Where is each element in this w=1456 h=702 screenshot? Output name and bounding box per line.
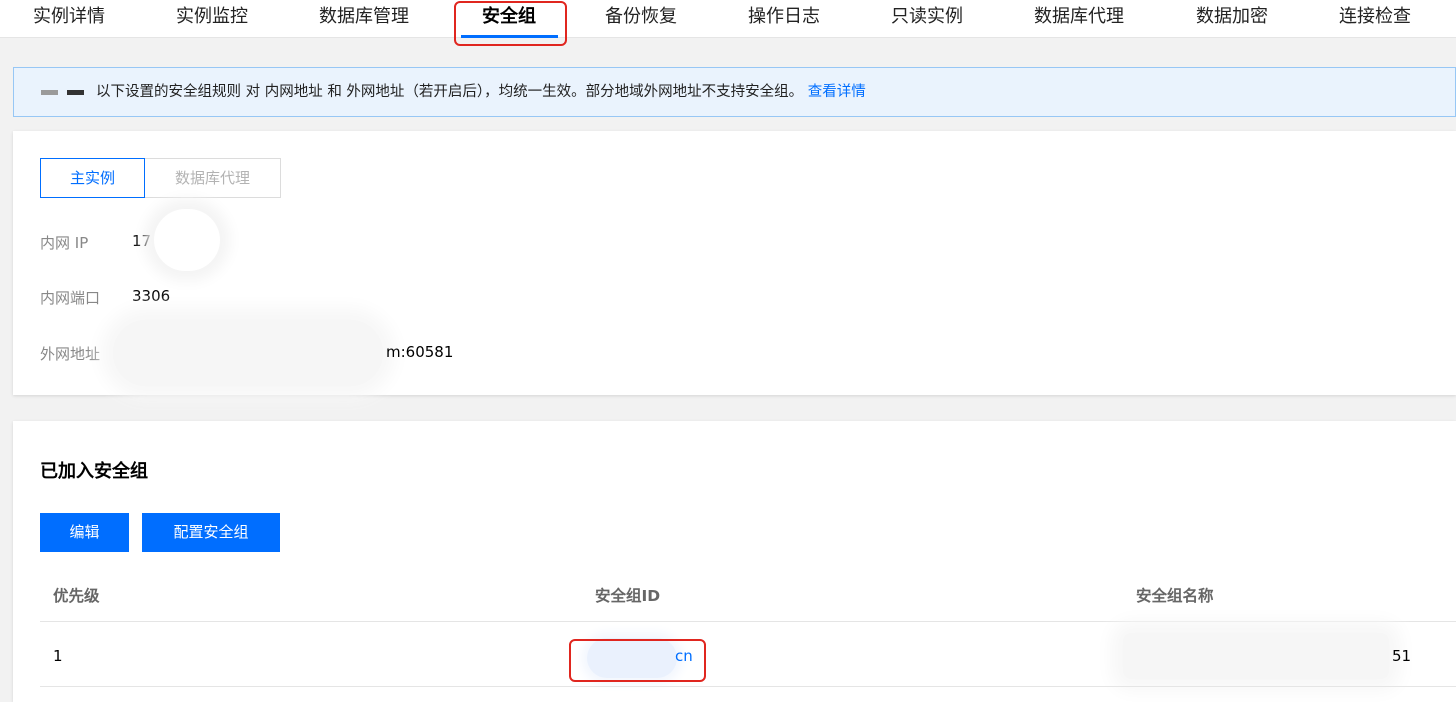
tab-security-group[interactable]: 安全组 (482, 0, 536, 38)
security-group-name: 51 (1392, 647, 1412, 665)
security-group-id-link[interactable]: cn (675, 647, 693, 665)
column-header-security-group-name: 安全组名称 (1136, 587, 1214, 605)
row-priority: 1 (53, 647, 63, 665)
tab-database-management[interactable]: 数据库管理 (319, 0, 409, 38)
segment-primary-instance[interactable]: 主实例 (40, 158, 145, 198)
segment-database-proxy[interactable]: 数据库代理 (144, 158, 281, 198)
tab-instance-details[interactable]: 实例详情 (33, 0, 105, 38)
info-icon (41, 90, 84, 96)
notice-text: 以下设置的安全组规则 对 内网地址 和 外网地址（若开启后），均统一生效。部分地… (96, 84, 804, 100)
tab-backup-restore[interactable]: 备份恢复 (605, 0, 677, 38)
edit-button[interactable]: 编辑 (40, 513, 129, 552)
private-port-value: 3306 (132, 287, 171, 305)
redaction-blur (113, 320, 383, 386)
table-row-divider (40, 686, 1456, 687)
column-header-security-group-id[interactable]: 安全组ID (595, 584, 660, 606)
tab-bar: 实例详情 实例监控 数据库管理 安全组 备份恢复 操作日志 只读实例 数据库代理… (0, 0, 1456, 38)
section-title: 已加入安全组 (40, 461, 148, 482)
redaction-blur (1123, 633, 1389, 679)
tab-database-proxy[interactable]: 数据库代理 (1034, 0, 1124, 38)
private-ip-label: 内网 IP (40, 234, 89, 252)
notice-message: 以下设置的安全组规则 对 内网地址 和 外网地址（若开启后），均统一生效。部分地… (96, 68, 866, 116)
tab-connection-check[interactable]: 连接检查 (1339, 0, 1411, 38)
security-group-card: 已加入安全组 编辑 配置安全组 优先级 安全组ID 安全组名称 1 cn 51 (13, 421, 1456, 702)
tab-read-only-instance[interactable]: 只读实例 (891, 0, 963, 38)
public-address-value: m:60581 (386, 343, 454, 361)
redaction-blur (587, 638, 677, 678)
notice-banner: 以下设置的安全组规则 对 内网地址 和 外网地址（若开启后），均统一生效。部分地… (13, 67, 1456, 117)
private-port-label: 内网端口 (40, 289, 101, 307)
instance-network-card: 主实例 数据库代理 内网 IP 17 内网端口 3306 外网地址 m:6058… (13, 131, 1456, 395)
redaction-blur (154, 209, 220, 271)
private-ip-value: 17 (132, 232, 152, 250)
tab-instance-monitoring[interactable]: 实例监控 (176, 0, 248, 38)
column-header-priority: 优先级 (53, 587, 100, 605)
view-details-link[interactable]: 查看详情 (808, 84, 866, 100)
configure-security-group-button[interactable]: 配置安全组 (142, 513, 280, 552)
active-tab-indicator (461, 35, 558, 38)
tab-data-encryption[interactable]: 数据加密 (1196, 0, 1268, 38)
tab-operation-log[interactable]: 操作日志 (748, 0, 820, 38)
public-address-label: 外网地址 (40, 345, 101, 363)
table-header-divider (40, 621, 1456, 622)
